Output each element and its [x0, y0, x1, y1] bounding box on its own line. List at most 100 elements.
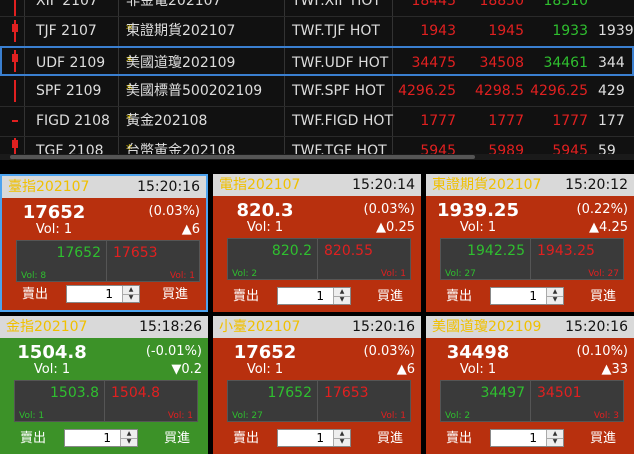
sell-button[interactable]: 賣出	[446, 427, 472, 446]
card-time: 15:20:16	[137, 179, 200, 195]
price-cell: 1777	[420, 113, 456, 129]
bid-button[interactable]: 1503.8 Vol: 1	[14, 380, 108, 422]
sell-button[interactable]: 賣出	[20, 427, 46, 446]
volume: Vol: 1	[459, 362, 497, 377]
contract-symbol: TWF.XIF HOT	[292, 0, 381, 9]
price-cell: 1777	[488, 113, 524, 129]
table-row-selected[interactable]: UDF 2109 美國道瓊202109 * TWF.UDF HOT 34475 …	[0, 46, 634, 76]
quantity-stepper[interactable]: 1 ▲ ▼	[490, 287, 564, 305]
price-cell: 4296.25	[398, 83, 456, 99]
quote-card[interactable]: 東證期貨202107 15:20:12 1939.25 (0.22%) Vol: …	[426, 174, 634, 312]
buy-button[interactable]: 買進	[590, 285, 616, 304]
table-row[interactable]: SPF 2109 美國標普500202109 * TWF.SPF HOT 429…	[0, 76, 634, 107]
quantity-value: 1	[316, 431, 324, 445]
change-value: ▲4.25	[589, 220, 628, 235]
volume: Vol: 1	[33, 362, 71, 377]
sell-button[interactable]: 賣出	[233, 285, 259, 304]
card-header: 電指202107 15:20:14	[213, 174, 421, 196]
quantity-stepper[interactable]: 1 ▲ ▼	[277, 429, 351, 447]
quote-table: XIF 2107 非金電202107 TWF.XIF HOT 18445 188…	[0, 0, 634, 160]
ask-button[interactable]: 17653 Vol: 1	[106, 240, 200, 282]
bid-button[interactable]: 1942.25 Vol: 27	[440, 238, 534, 280]
last-price: 17652	[22, 202, 86, 223]
card-time: 15:20:14	[352, 177, 415, 193]
buy-button[interactable]: 買進	[164, 427, 190, 446]
last-price: 34498	[446, 342, 510, 363]
sell-button[interactable]: 賣出	[22, 283, 48, 302]
card-time: 15:20:16	[352, 319, 415, 335]
table-row[interactable]: XIF 2107 非金電202107 TWF.XIF HOT 18445 188…	[0, 0, 634, 17]
contract-symbol: TWF.SPF HOT	[292, 83, 385, 99]
ask-price: 1504.8	[111, 385, 160, 401]
quote-card[interactable]: 電指202107 15:20:14 820.3 (0.03%) Vol: 1 ▲0…	[213, 174, 421, 312]
card-contract-name: 美國道瓊202109	[432, 319, 542, 335]
price-cell: 177	[598, 113, 625, 129]
change-percent: (0.03%)	[363, 344, 415, 359]
table-row[interactable]: FIGD 2108 黃金202108 * TWF.FIGD HOT 1777 1…	[0, 106, 634, 137]
bid-button[interactable]: 17652 Vol: 27	[227, 380, 321, 422]
price-cell: 1777	[552, 113, 588, 129]
spin-down-icon[interactable]: ▼	[334, 296, 350, 304]
bid-button[interactable]: 820.2 Vol: 2	[227, 238, 321, 280]
ask-button[interactable]: 17653 Vol: 1	[317, 380, 411, 422]
contract-code: TJF 2107	[36, 23, 97, 39]
buy-button[interactable]: 買進	[162, 283, 188, 302]
quantity-value: 1	[103, 431, 111, 445]
sell-button[interactable]: 賣出	[446, 285, 472, 304]
ask-button[interactable]: 1504.8 Vol: 1	[104, 380, 198, 422]
price-cell: 1939	[598, 23, 634, 39]
quote-card[interactable]: 美國道瓊202109 15:20:16 34498 (0.10%) Vol: 1 …	[426, 316, 634, 454]
contract-code: XIF 2107	[36, 0, 98, 9]
quote-card[interactable]: 臺指202107 15:20:16 17652 (0.03%) Vol: 1 ▲6…	[0, 174, 208, 312]
bid-volume: Vol: 2	[232, 269, 258, 279]
spin-down-icon[interactable]: ▼	[547, 296, 563, 304]
bid-volume: Vol: 27	[232, 411, 263, 421]
quote-card[interactable]: 小臺202107 15:20:16 17652 (0.03%) Vol: 1 ▲6…	[213, 316, 421, 454]
quantity-stepper[interactable]: 1 ▲ ▼	[490, 429, 564, 447]
contract-symbol: TWF.UDF HOT	[292, 55, 389, 71]
price-cell: 18850	[479, 0, 524, 9]
quantity-stepper[interactable]: 1 ▲ ▼	[277, 287, 351, 305]
quantity-stepper[interactable]: 1 ▲ ▼	[66, 285, 140, 303]
contract-code: UDF 2109	[36, 55, 106, 71]
bid-button[interactable]: 34497 Vol: 2	[440, 380, 534, 422]
change-value: ▲6	[181, 222, 200, 237]
ask-button[interactable]: 820.55 Vol: 1	[317, 238, 411, 280]
buy-button[interactable]: 買進	[590, 427, 616, 446]
ask-button[interactable]: 34501 Vol: 3	[530, 380, 624, 422]
price-cell: 344	[598, 55, 625, 71]
spin-down-icon[interactable]: ▼	[121, 438, 137, 446]
spin-down-icon[interactable]: ▼	[547, 438, 563, 446]
bid-price: 820.2	[271, 243, 312, 259]
bid-volume: Vol: 8	[21, 271, 47, 281]
ask-volume: Vol: 3	[593, 411, 619, 421]
card-header: 臺指202107 15:20:16	[2, 176, 206, 198]
change-percent: (0.10%)	[576, 344, 628, 359]
volume: Vol: 1	[246, 220, 284, 235]
ask-price: 17653	[324, 385, 369, 401]
price-cell: 34475	[411, 55, 456, 71]
buy-button[interactable]: 買進	[377, 285, 403, 304]
card-header: 東證期貨202107 15:20:12	[426, 174, 634, 196]
volume: Vol: 1	[35, 222, 73, 237]
bid-volume: Vol: 27	[445, 269, 476, 279]
contract-symbol: TWF.TJF HOT	[292, 23, 380, 39]
sell-button[interactable]: 賣出	[233, 427, 259, 446]
bid-button[interactable]: 17652 Vol: 8	[16, 240, 110, 282]
spin-down-icon[interactable]: ▼	[334, 438, 350, 446]
change-percent: (0.22%)	[576, 202, 628, 217]
ask-button[interactable]: 1943.25 Vol: 27	[530, 238, 624, 280]
table-row[interactable]: TJF 2107 東證期貨202107 * TWF.TJF HOT 1943 1…	[0, 16, 634, 47]
spin-down-icon[interactable]: ▼	[123, 294, 139, 302]
ask-price: 1943.25	[537, 243, 595, 259]
card-contract-name: 臺指202107	[8, 179, 90, 195]
buy-button[interactable]: 買進	[377, 427, 403, 446]
scrollbar-thumb[interactable]	[10, 155, 475, 159]
bid-price: 17652	[56, 245, 101, 261]
price-cell: 18445	[411, 0, 456, 9]
quote-card[interactable]: 金指202107 15:18:26 1504.8 (-0.01%) Vol: 1 …	[0, 316, 208, 454]
quantity-stepper[interactable]: 1 ▲ ▼	[64, 429, 138, 447]
ask-volume: Vol: 1	[380, 411, 406, 421]
bid-price: 1503.8	[50, 385, 99, 401]
card-header: 美國道瓊202109 15:20:16	[426, 316, 634, 338]
